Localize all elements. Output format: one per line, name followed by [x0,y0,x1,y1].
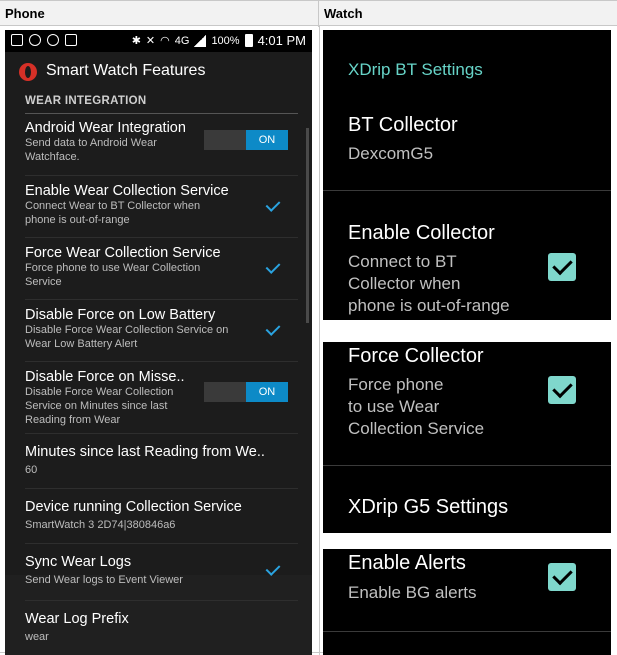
pref-summary: 60 [25,464,38,476]
pref-summary-line: Collection Service [348,419,485,438]
input-icon [11,34,23,46]
watch-pref-g5-settings[interactable]: XDrip G5 Settings [323,466,611,533]
clock: 4:01 PM [257,33,306,48]
pref-title: Wear Log Prefix [25,611,129,627]
pref-disable-force-missed[interactable]: Disable Force on Misse.. Disable Force W… [25,362,298,434]
pref-summary: Disable Force Wear Collection Service on… [25,386,174,426]
force-wear-collection-checkbox[interactable] [266,262,280,276]
pref-minutes-since-last-reading[interactable]: Minutes since last Reading from We.. 60 [25,434,298,489]
sync-wear-logs-checkbox[interactable] [266,564,280,578]
pref-summary: Send data to Android Wear Watchface. [25,137,157,163]
pref-summary: SmartWatch 3 2D74|380846a6 [25,519,176,531]
pref-disable-force-low-battery[interactable]: Disable Force on Low Battery Disable For… [25,300,298,362]
pref-sync-wear-logs[interactable]: Sync Wear Logs Send Wear logs to Event V… [25,544,298,601]
watch-pref-enable-collector[interactable]: Enable Collector Connect to BT Collector… [323,191,611,320]
camera-icon [65,34,77,46]
bluetooth-icon: ✱ [131,35,141,47]
pref-title: XDrip G5 Settings [348,496,509,518]
pref-summary-line: Collector when [348,274,461,293]
column-header-watch: Watch [324,6,363,21]
pref-title: Disable Force on Low Battery [25,307,216,323]
pref-enable-wear-collection[interactable]: Enable Wear Collection Service Connect W… [25,176,298,238]
toggle-on-label: ON [246,382,288,402]
section-header-wear-integration: WEAR INTEGRATION [25,94,298,114]
watch-pref-enable-alerts[interactable]: Enable Alerts Enable BG alerts [323,549,611,631]
toggle-on-label: ON [246,130,288,150]
pref-force-wear-collection[interactable]: Force Wear Collection Service Force phon… [25,238,298,300]
pref-summary: wear [25,631,49,643]
column-header-phone: Phone [0,1,319,27]
enable-wear-collection-checkbox[interactable] [266,200,280,214]
watch-screen-bt-settings: XDrip BT Settings BT Collector DexcomG5 … [323,30,611,320]
enable-alerts-checkbox[interactable] [548,563,576,591]
pref-title: Minutes since last Reading from We.. [25,444,265,460]
pref-title: Enable Wear Collection Service [25,183,229,199]
pref-summary: Disable Force Wear Collection Service on… [25,324,229,350]
pref-summary-line: Connect to BT [348,252,457,271]
pref-title: Sync Wear Logs [25,554,132,570]
pref-summary-line: Force phone [348,375,444,394]
watch-screen-alerts: Enable Alerts Enable BG alerts [323,549,611,655]
signal-icon [194,34,207,47]
location-icon [29,34,41,46]
battery-icon [244,34,253,47]
wifi-icon: ◠ [160,35,170,47]
pref-title: BT Collector [348,114,458,136]
phone-screen: ✱ ✕ ◠ 4G 100% 4:01 PM Smart Watch Featur… [5,30,312,655]
pref-title: Device running Collection Service [25,499,242,515]
battery-percent: 100% [211,34,240,47]
disable-force-missed-toggle[interactable]: ON [204,382,288,402]
xdrip-logo-icon [19,63,37,81]
pref-summary-line: phone is out-of-range [348,296,510,315]
pref-wear-log-prefix[interactable]: Wear Log Prefix wear [25,601,298,655]
enable-collector-checkbox[interactable] [548,253,576,281]
force-collector-checkbox[interactable] [548,376,576,404]
status-bar: ✱ ✕ ◠ 4G 100% 4:01 PM [5,30,312,52]
watch-header: XDrip BT Settings [348,60,483,79]
page-title: Smart Watch Features [46,62,206,79]
pref-device-running-collection[interactable]: Device running Collection Service SmartW… [25,489,298,544]
pref-android-wear-integration[interactable]: Android Wear Integration Send data to An… [25,114,298,176]
column-divider [319,26,320,655]
pref-summary: Send Wear logs to Event Viewer [25,574,183,586]
pref-title: Force Wear Collection Service [25,245,221,261]
scrollbar[interactable] [306,128,309,323]
pref-summary: DexcomG5 [348,144,434,163]
pref-summary: Enable BG alerts [348,583,477,602]
pref-summary-line: to use Wear [348,397,440,416]
pref-title: Enable Alerts [348,552,466,574]
pref-summary: Force phone to use Wear Collection Servi… [25,262,201,288]
pref-title: Enable Collector [348,222,495,244]
pref-title: Force Collector [348,345,484,367]
table-header-row: Phone Watch [0,0,617,27]
blood-drop-icon [47,34,59,46]
disable-force-low-battery-checkbox[interactable] [266,324,280,338]
mute-icon: ✕ [145,35,156,47]
watch-pref-bt-collector[interactable]: BT Collector DexcomG5 [323,100,611,190]
android-wear-toggle[interactable]: ON [204,130,288,150]
watch-pref-force-collector[interactable]: Force Collector Force phone to use Wear … [323,342,611,465]
network-type: 4G [174,34,190,47]
app-bar: Smart Watch Features [5,52,312,92]
pref-summary: Connect Wear to BT Collector when phone … [25,200,201,226]
watch-screen-force-collector: Force Collector Force phone to use Wear … [323,342,611,533]
